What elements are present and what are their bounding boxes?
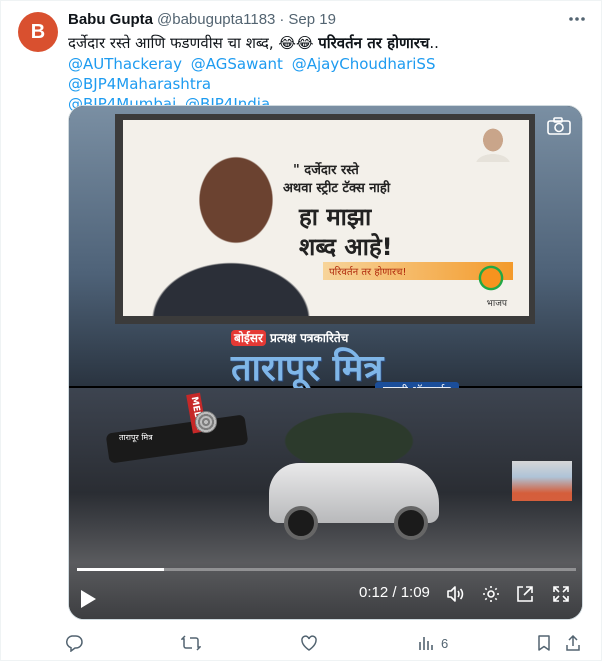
media-sticker-text: तारापूर मित्र (119, 433, 153, 442)
tweet-date[interactable]: Sep 19 (288, 11, 336, 28)
author-handle[interactable]: @babugupta1183 (157, 11, 275, 28)
tweet-text-end: .. (429, 34, 439, 52)
mention-link[interactable]: @AUThackeray (68, 55, 182, 73)
retweet-icon (181, 635, 201, 651)
video-time: 0:12 / 1:09 (359, 584, 430, 601)
car-wheel (284, 506, 318, 540)
billboard-text-line2: अथवा स्ट्रीट टॅक्स नाही (283, 181, 391, 196)
party-logo-icon (473, 264, 509, 294)
billboard-text-line1: " दर्जेदार रस्ते (293, 163, 359, 178)
billboard: " दर्जेदार रस्ते अथवा स्ट्रीट टॅक्स नाही… (123, 120, 529, 316)
billboard-text-line3: हा माझा (299, 203, 372, 231)
reply-icon (65, 635, 83, 652)
billboard-text-line4: शब्द आहे! (299, 233, 393, 261)
video-progress-fill (77, 568, 164, 571)
share-button[interactable] (564, 629, 582, 657)
billboard-inset-portrait (471, 124, 515, 162)
shop-lights-image (512, 461, 572, 501)
tweet-text-main: दर्जेदार रस्ते आणि फडणवीस चा शब्द, (68, 34, 279, 52)
heart-icon (301, 635, 317, 651)
video-player[interactable]: " दर्जेदार रस्ते अथवा स्ट्रीट टॅक्स नाही… (68, 105, 583, 620)
mention-link[interactable]: @BJP4Maharashtra (68, 75, 211, 93)
pop-out-icon[interactable] (515, 584, 535, 609)
bookmark-button[interactable] (535, 629, 553, 657)
share-icon (566, 634, 580, 651)
car-wheel (394, 506, 428, 540)
views-count: 6 (441, 635, 449, 651)
views-chart-icon (419, 637, 433, 650)
avatar[interactable]: B (18, 12, 58, 52)
camera-icon (546, 116, 572, 136)
video-progress-bar[interactable] (77, 568, 576, 571)
like-button[interactable] (300, 629, 324, 657)
separator-dot: · (279, 11, 285, 28)
mention-link[interactable]: @AjayChoudhariSS (292, 55, 436, 73)
tweet-emoji: 😂😂 (278, 34, 319, 52)
watermark-title: तारापूर मित्र (231, 348, 384, 389)
retweet-button[interactable] (181, 629, 207, 657)
bookmark-icon (538, 635, 550, 651)
tweet-header: Babu Gupta @babugupta1183 · Sep 19 (68, 11, 336, 28)
reply-button[interactable] (65, 629, 89, 657)
author-name[interactable]: Babu Gupta (68, 11, 153, 28)
tweet-card[interactable]: B Babu Gupta @babugupta1183 · Sep 19 दर्… (0, 0, 602, 661)
tweet-text-bold: परिवर्तन तर होणारच (318, 34, 430, 52)
microphone-icon (195, 411, 217, 433)
play-icon[interactable] (81, 590, 96, 608)
volume-icon[interactable] (445, 584, 465, 609)
tweet-text: दर्जेदार रस्ते आणि फडणवीस चा शब्द, 😂😂 पर… (68, 33, 588, 54)
settings-gear-icon[interactable] (481, 584, 501, 609)
views-button[interactable]: 6 (417, 629, 448, 657)
mention-link[interactable]: @AGSawant (191, 55, 283, 73)
fullscreen-icon[interactable] (551, 584, 571, 609)
party-logo-text: भाजप (486, 299, 507, 309)
tweet-actions: 6 (61, 629, 583, 657)
more-options-icon[interactable] (567, 9, 587, 34)
